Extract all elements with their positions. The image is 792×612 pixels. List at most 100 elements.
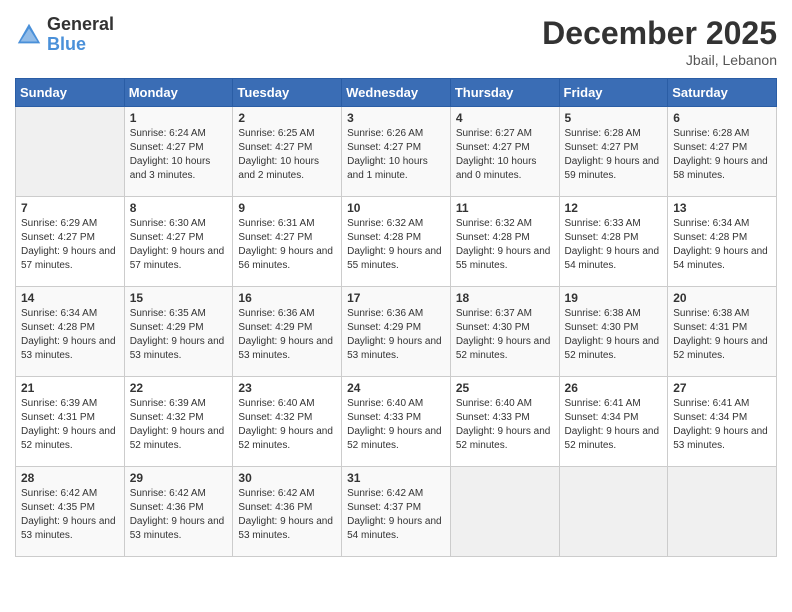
calendar-cell: 16 Sunrise: 6:36 AMSunset: 4:29 PMDaylig… xyxy=(233,287,342,377)
day-info: Sunrise: 6:36 AMSunset: 4:29 PMDaylight:… xyxy=(238,307,336,363)
calendar-week-row: 7 Sunrise: 6:29 AMSunset: 4:27 PMDayligh… xyxy=(16,197,777,287)
calendar-cell: 27 Sunrise: 6:41 AMSunset: 4:34 PMDaylig… xyxy=(668,377,777,467)
day-number: 13 xyxy=(673,201,771,215)
day-number: 20 xyxy=(673,291,771,305)
title-block: December 2025 Jbail, Lebanon xyxy=(542,15,777,68)
logo-icon xyxy=(15,21,43,49)
day-number: 8 xyxy=(130,201,228,215)
calendar-cell: 3 Sunrise: 6:26 AMSunset: 4:27 PMDayligh… xyxy=(342,107,451,197)
calendar-week-row: 28 Sunrise: 6:42 AMSunset: 4:35 PMDaylig… xyxy=(16,467,777,557)
weekday-header: Friday xyxy=(559,79,668,107)
logo-general: General xyxy=(47,14,114,34)
calendar-cell: 5 Sunrise: 6:28 AMSunset: 4:27 PMDayligh… xyxy=(559,107,668,197)
location: Jbail, Lebanon xyxy=(542,52,777,68)
calendar-week-row: 1 Sunrise: 6:24 AMSunset: 4:27 PMDayligh… xyxy=(16,107,777,197)
day-number: 3 xyxy=(347,111,445,125)
day-number: 10 xyxy=(347,201,445,215)
day-number: 18 xyxy=(456,291,554,305)
calendar-cell: 15 Sunrise: 6:35 AMSunset: 4:29 PMDaylig… xyxy=(124,287,233,377)
day-info: Sunrise: 6:33 AMSunset: 4:28 PMDaylight:… xyxy=(565,217,663,273)
calendar-cell: 14 Sunrise: 6:34 AMSunset: 4:28 PMDaylig… xyxy=(16,287,125,377)
day-info: Sunrise: 6:38 AMSunset: 4:31 PMDaylight:… xyxy=(673,307,771,363)
weekday-header-row: SundayMondayTuesdayWednesdayThursdayFrid… xyxy=(16,79,777,107)
weekday-header: Wednesday xyxy=(342,79,451,107)
day-info: Sunrise: 6:24 AMSunset: 4:27 PMDaylight:… xyxy=(130,127,228,183)
day-number: 16 xyxy=(238,291,336,305)
calendar-cell: 22 Sunrise: 6:39 AMSunset: 4:32 PMDaylig… xyxy=(124,377,233,467)
calendar-cell xyxy=(559,467,668,557)
day-number: 24 xyxy=(347,381,445,395)
day-number: 30 xyxy=(238,471,336,485)
calendar-table: SundayMondayTuesdayWednesdayThursdayFrid… xyxy=(15,78,777,557)
day-info: Sunrise: 6:39 AMSunset: 4:32 PMDaylight:… xyxy=(130,397,228,453)
calendar-cell: 30 Sunrise: 6:42 AMSunset: 4:36 PMDaylig… xyxy=(233,467,342,557)
day-number: 2 xyxy=(238,111,336,125)
day-number: 17 xyxy=(347,291,445,305)
logo-blue: Blue xyxy=(47,34,86,54)
calendar-cell: 19 Sunrise: 6:38 AMSunset: 4:30 PMDaylig… xyxy=(559,287,668,377)
calendar-cell xyxy=(16,107,125,197)
day-info: Sunrise: 6:42 AMSunset: 4:36 PMDaylight:… xyxy=(130,487,228,543)
day-info: Sunrise: 6:29 AMSunset: 4:27 PMDaylight:… xyxy=(21,217,119,273)
day-info: Sunrise: 6:25 AMSunset: 4:27 PMDaylight:… xyxy=(238,127,336,183)
day-info: Sunrise: 6:39 AMSunset: 4:31 PMDaylight:… xyxy=(21,397,119,453)
day-info: Sunrise: 6:34 AMSunset: 4:28 PMDaylight:… xyxy=(673,217,771,273)
day-info: Sunrise: 6:42 AMSunset: 4:37 PMDaylight:… xyxy=(347,487,445,543)
calendar-cell xyxy=(668,467,777,557)
calendar-cell: 4 Sunrise: 6:27 AMSunset: 4:27 PMDayligh… xyxy=(450,107,559,197)
day-info: Sunrise: 6:42 AMSunset: 4:35 PMDaylight:… xyxy=(21,487,119,543)
day-number: 5 xyxy=(565,111,663,125)
calendar-cell: 12 Sunrise: 6:33 AMSunset: 4:28 PMDaylig… xyxy=(559,197,668,287)
calendar-cell: 25 Sunrise: 6:40 AMSunset: 4:33 PMDaylig… xyxy=(450,377,559,467)
day-number: 25 xyxy=(456,381,554,395)
day-info: Sunrise: 6:38 AMSunset: 4:30 PMDaylight:… xyxy=(565,307,663,363)
day-info: Sunrise: 6:26 AMSunset: 4:27 PMDaylight:… xyxy=(347,127,445,183)
day-info: Sunrise: 6:42 AMSunset: 4:36 PMDaylight:… xyxy=(238,487,336,543)
day-info: Sunrise: 6:40 AMSunset: 4:33 PMDaylight:… xyxy=(347,397,445,453)
day-info: Sunrise: 6:37 AMSunset: 4:30 PMDaylight:… xyxy=(456,307,554,363)
calendar-cell xyxy=(450,467,559,557)
day-number: 29 xyxy=(130,471,228,485)
calendar-cell: 17 Sunrise: 6:36 AMSunset: 4:29 PMDaylig… xyxy=(342,287,451,377)
day-number: 26 xyxy=(565,381,663,395)
day-number: 11 xyxy=(456,201,554,215)
calendar-cell: 24 Sunrise: 6:40 AMSunset: 4:33 PMDaylig… xyxy=(342,377,451,467)
day-number: 1 xyxy=(130,111,228,125)
month-title: December 2025 xyxy=(542,15,777,52)
day-number: 21 xyxy=(21,381,119,395)
calendar-cell: 21 Sunrise: 6:39 AMSunset: 4:31 PMDaylig… xyxy=(16,377,125,467)
weekday-header: Thursday xyxy=(450,79,559,107)
day-info: Sunrise: 6:32 AMSunset: 4:28 PMDaylight:… xyxy=(347,217,445,273)
weekday-header: Monday xyxy=(124,79,233,107)
logo: General Blue xyxy=(15,15,114,55)
calendar-cell: 23 Sunrise: 6:40 AMSunset: 4:32 PMDaylig… xyxy=(233,377,342,467)
day-number: 4 xyxy=(456,111,554,125)
day-number: 22 xyxy=(130,381,228,395)
day-number: 28 xyxy=(21,471,119,485)
calendar-cell: 6 Sunrise: 6:28 AMSunset: 4:27 PMDayligh… xyxy=(668,107,777,197)
day-number: 27 xyxy=(673,381,771,395)
day-number: 6 xyxy=(673,111,771,125)
calendar-cell: 1 Sunrise: 6:24 AMSunset: 4:27 PMDayligh… xyxy=(124,107,233,197)
day-info: Sunrise: 6:36 AMSunset: 4:29 PMDaylight:… xyxy=(347,307,445,363)
weekday-header: Tuesday xyxy=(233,79,342,107)
calendar-cell: 26 Sunrise: 6:41 AMSunset: 4:34 PMDaylig… xyxy=(559,377,668,467)
calendar-cell: 28 Sunrise: 6:42 AMSunset: 4:35 PMDaylig… xyxy=(16,467,125,557)
calendar-cell: 7 Sunrise: 6:29 AMSunset: 4:27 PMDayligh… xyxy=(16,197,125,287)
day-number: 14 xyxy=(21,291,119,305)
day-info: Sunrise: 6:28 AMSunset: 4:27 PMDaylight:… xyxy=(565,127,663,183)
day-info: Sunrise: 6:28 AMSunset: 4:27 PMDaylight:… xyxy=(673,127,771,183)
day-number: 23 xyxy=(238,381,336,395)
day-info: Sunrise: 6:35 AMSunset: 4:29 PMDaylight:… xyxy=(130,307,228,363)
page-header: General Blue December 2025 Jbail, Lebano… xyxy=(15,15,777,68)
calendar-cell: 29 Sunrise: 6:42 AMSunset: 4:36 PMDaylig… xyxy=(124,467,233,557)
calendar-cell: 2 Sunrise: 6:25 AMSunset: 4:27 PMDayligh… xyxy=(233,107,342,197)
calendar-week-row: 21 Sunrise: 6:39 AMSunset: 4:31 PMDaylig… xyxy=(16,377,777,467)
calendar-cell: 20 Sunrise: 6:38 AMSunset: 4:31 PMDaylig… xyxy=(668,287,777,377)
day-info: Sunrise: 6:41 AMSunset: 4:34 PMDaylight:… xyxy=(673,397,771,453)
day-info: Sunrise: 6:40 AMSunset: 4:32 PMDaylight:… xyxy=(238,397,336,453)
weekday-header: Sunday xyxy=(16,79,125,107)
day-number: 31 xyxy=(347,471,445,485)
day-info: Sunrise: 6:40 AMSunset: 4:33 PMDaylight:… xyxy=(456,397,554,453)
day-info: Sunrise: 6:32 AMSunset: 4:28 PMDaylight:… xyxy=(456,217,554,273)
